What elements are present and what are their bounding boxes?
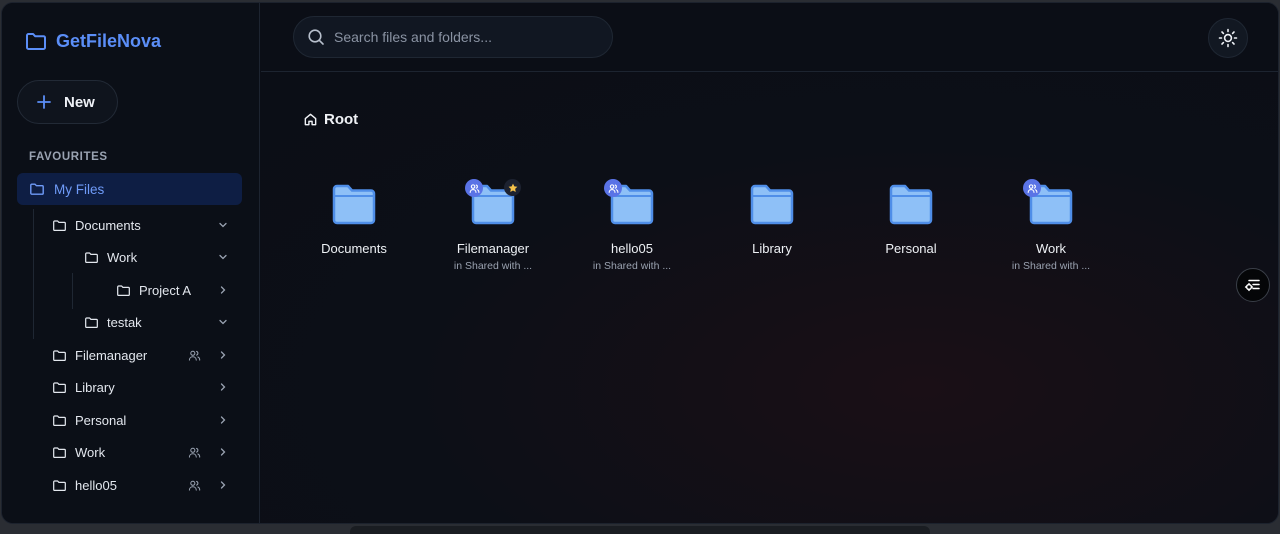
- bottom-edge-bar: [350, 526, 930, 534]
- folder-graphic: [748, 183, 796, 227]
- folder-name: hello05: [611, 241, 653, 256]
- tree-item-project-a[interactable]: Project A: [116, 276, 232, 304]
- tree-guide-line: [33, 209, 34, 339]
- folder-card-personal[interactable]: Personal: [861, 183, 961, 283]
- chevron-right-icon[interactable]: [217, 349, 229, 361]
- plus-icon: [37, 95, 51, 109]
- tree-item-label: testak: [107, 314, 142, 330]
- brand-logo[interactable]: GetFileNova: [24, 29, 161, 53]
- shared-badge: [465, 179, 483, 197]
- folder-graphic: [604, 179, 656, 227]
- shared-users-icon: [469, 183, 479, 193]
- breadcrumb-root[interactable]: Root: [324, 111, 358, 128]
- chevron-right-icon[interactable]: [217, 284, 229, 296]
- tree-item-hello05[interactable]: hello05: [52, 471, 232, 499]
- folder-graphic: [1023, 179, 1075, 227]
- folder-icon: [85, 316, 98, 328]
- chevron-right-icon[interactable]: [217, 479, 229, 491]
- folder-icon: [53, 219, 66, 231]
- folder-card-filemanager[interactable]: Filemanager in Shared with ...: [443, 179, 543, 283]
- tree-item-work-shared[interactable]: Work: [52, 438, 232, 466]
- tree-item-label: Documents: [75, 217, 141, 233]
- folder-card-documents[interactable]: Documents: [304, 183, 404, 283]
- folder-card-library[interactable]: Library: [722, 183, 822, 283]
- favourites-heading: FAVOURITES: [29, 151, 108, 163]
- sidebar: GetFileNova New FAVOURITES My Files Docu…: [2, 3, 260, 523]
- folder-icon: [53, 414, 66, 426]
- folder-name: Documents: [321, 241, 387, 256]
- tree-item-library[interactable]: Library: [52, 373, 232, 401]
- tree-item-work[interactable]: Work: [84, 243, 232, 271]
- chevron-down-icon[interactable]: [217, 316, 229, 328]
- tree-item-label: Personal: [75, 412, 127, 428]
- folder-location: in Shared with ...: [592, 260, 672, 272]
- tree-item-filemanager[interactable]: Filemanager: [52, 341, 232, 369]
- folder-icon: [26, 33, 46, 50]
- folder-graphic: [465, 179, 521, 227]
- tree-guide-line: [72, 273, 73, 309]
- chevron-right-icon[interactable]: [217, 381, 229, 393]
- folder-graphic: [887, 183, 935, 227]
- breadcrumb[interactable]: Root: [303, 111, 358, 128]
- tree-item-personal[interactable]: Personal: [52, 406, 232, 434]
- folder-location: in Shared with ...: [453, 260, 533, 272]
- folder-icon: [53, 479, 66, 491]
- folder-icon: [117, 284, 130, 296]
- folder-icon: [30, 183, 44, 195]
- chevron-right-icon[interactable]: [217, 446, 229, 458]
- folder-icon: [889, 184, 933, 225]
- folder-name: Filemanager: [456, 241, 530, 256]
- settings-list-icon: [1244, 279, 1260, 292]
- folder-icon: [85, 251, 98, 263]
- folder-icon: [53, 446, 66, 458]
- folder-name: Personal: [885, 241, 937, 256]
- main-content: Root Documents Filemanager in Shared wit…: [261, 73, 1278, 523]
- star-icon: [508, 183, 517, 192]
- shared-badge: [1023, 179, 1041, 197]
- top-bar: [261, 3, 1278, 72]
- folder-icon: [53, 381, 66, 393]
- tree-item-label: Filemanager: [75, 347, 148, 363]
- shared-users-icon: [188, 447, 201, 458]
- search-input[interactable]: [334, 29, 594, 45]
- sidebar-item-my-files[interactable]: My Files: [17, 173, 242, 205]
- folder-card-work[interactable]: Work in Shared with ...: [1001, 179, 1101, 283]
- shared-badge: [604, 179, 622, 197]
- folder-location: in Shared with ...: [1011, 260, 1091, 272]
- folder-name: Work: [1035, 241, 1067, 256]
- home-icon: [304, 113, 317, 126]
- floating-settings-button[interactable]: [1236, 268, 1270, 302]
- brand-name: GetFileNova: [56, 30, 162, 51]
- tree-item-label: Library: [75, 379, 115, 395]
- folder-card-hello05[interactable]: hello05 in Shared with ...: [582, 179, 682, 283]
- folder-icon: [53, 349, 66, 361]
- tree-item-documents[interactable]: Documents: [52, 211, 232, 239]
- folder-graphic: [330, 183, 378, 227]
- shared-users-icon: [188, 480, 201, 491]
- app-window: GetFileNova New FAVOURITES My Files Docu…: [1, 2, 1279, 524]
- favourite-badge: [504, 179, 521, 196]
- tree-item-label: Work: [107, 249, 138, 265]
- new-button[interactable]: New: [17, 80, 118, 124]
- tree-item-testak[interactable]: testak: [84, 308, 232, 336]
- shared-users-icon: [1027, 183, 1037, 193]
- folder-icon: [750, 184, 794, 225]
- chevron-down-icon[interactable]: [217, 219, 229, 231]
- shared-users-icon: [608, 183, 618, 193]
- chevron-down-icon[interactable]: [217, 251, 229, 263]
- tree-item-label: hello05: [75, 477, 117, 493]
- sidebar-item-label: My Files: [54, 181, 105, 197]
- tree-item-label: Work: [75, 444, 106, 460]
- folder-name: Library: [752, 241, 792, 256]
- folder-icon: [332, 184, 376, 225]
- new-button-label: New: [64, 93, 95, 111]
- search-icon: [308, 29, 324, 45]
- chevron-right-icon[interactable]: [217, 414, 229, 426]
- search-box[interactable]: [293, 16, 613, 58]
- shared-users-icon: [188, 350, 201, 361]
- theme-toggle-button[interactable]: [1208, 18, 1248, 58]
- sun-icon: [1218, 28, 1238, 48]
